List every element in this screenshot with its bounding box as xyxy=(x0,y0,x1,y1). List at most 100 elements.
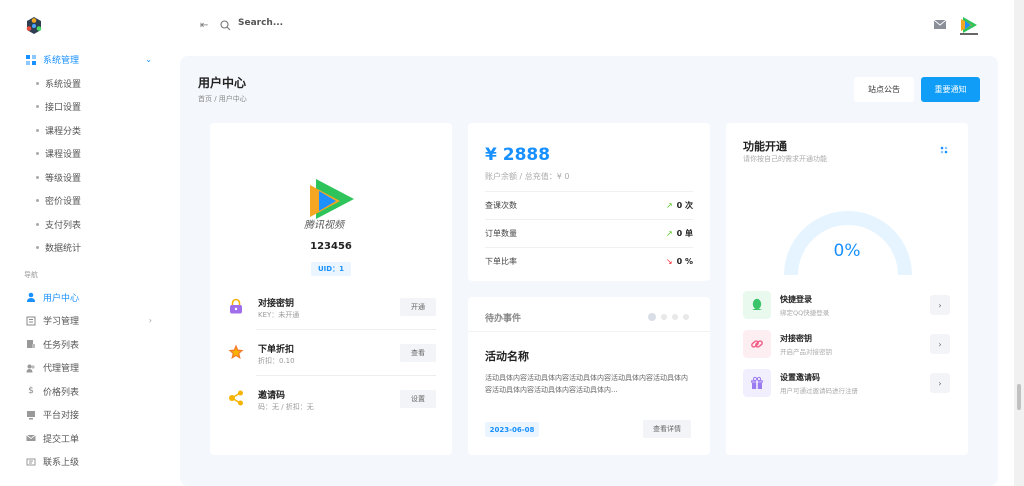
sidebar-menu: 系统管理 ⌄ 系统设置 接口设置 课程分类 课程设置 等级设置 密价设置 支付列… xyxy=(0,48,170,474)
feature-subtitle: 请你按自己的需求开通功能 xyxy=(743,155,827,163)
feature-percent: 0% xyxy=(833,241,861,261)
sidebar-item-payment-list[interactable]: 支付列表 xyxy=(0,213,170,237)
sidebar-item-course-category[interactable]: 课程分类 xyxy=(0,119,170,143)
sidebar-item-data-stats[interactable]: 数据统计 xyxy=(0,236,170,260)
view-discount-button[interactable]: 查看 xyxy=(400,344,436,362)
sidebar-item-user-center[interactable]: 用户中心 xyxy=(0,286,170,310)
book-icon xyxy=(26,316,36,326)
divider xyxy=(468,331,710,332)
bullet-icon xyxy=(36,128,39,132)
event-name: 活动名称 xyxy=(485,350,529,363)
chevron-right-icon[interactable]: › xyxy=(930,334,950,354)
sidebar-item-label: 等级设置 xyxy=(45,173,82,184)
qq-icon xyxy=(743,291,771,319)
platform-icon xyxy=(26,410,36,420)
sidebar-item-label: 提交工单 xyxy=(43,434,80,445)
sidebar-item-label: 平台对接 xyxy=(43,411,80,422)
main-content: 用户中心 首页 / 用户中心 站点公告 重要通知 腾讯视频 123456 UID… xyxy=(180,56,998,486)
chevron-right-icon[interactable]: › xyxy=(930,295,950,315)
feature-row-title: 设置邀请码 xyxy=(780,373,820,382)
divider xyxy=(256,375,436,376)
open-api-key-button[interactable]: 开通 xyxy=(400,298,436,316)
user-name: 123456 xyxy=(310,241,352,252)
sidebar-item-price-settings[interactable]: 密价设置 xyxy=(0,189,170,213)
dollar-icon: $ xyxy=(28,386,34,397)
contact-icon xyxy=(26,457,36,467)
important-notice-button[interactable]: 重要通知 xyxy=(921,77,980,102)
page-scrollbar[interactable] xyxy=(1014,0,1024,486)
link-icon xyxy=(743,330,771,358)
avatar[interactable] xyxy=(958,14,980,36)
trend-down-icon: ↘ xyxy=(665,257,673,266)
sidebar-item-label: 学习管理 xyxy=(43,317,80,328)
api-key-row: 对接密钥 KEY：未开通 开通 xyxy=(226,290,436,330)
grid-icon xyxy=(26,54,36,65)
stat-label: 查课次数 xyxy=(485,201,517,210)
search-input[interactable] xyxy=(238,18,398,28)
carousel-dot[interactable] xyxy=(683,314,689,320)
feature-row-subtitle: 开启产品对接密钥 xyxy=(780,348,832,356)
balance-subtitle: 账户余额 / 总充值：¥ 0 xyxy=(485,172,570,181)
gift-icon xyxy=(743,369,771,397)
sidebar: 系统管理 ⌄ 系统设置 接口设置 课程分类 课程设置 等级设置 密价设置 支付列… xyxy=(0,0,170,486)
sidebar-item-contact-superior[interactable]: 联系上级 xyxy=(0,450,170,474)
grid-icon[interactable] xyxy=(940,146,948,154)
todo-title: 待办事件 xyxy=(485,314,522,324)
profile-card: 腾讯视频 123456 UID：1 对接密钥 KEY：未开通 开通 下单折扣 折… xyxy=(210,123,452,455)
sidebar-item-label: 接口设置 xyxy=(45,103,82,114)
stat-row-query-count: 查课次数 ↗ 0 次 xyxy=(485,191,693,219)
site-notice-button[interactable]: 站点公告 xyxy=(854,77,914,102)
carousel-dot-active[interactable] xyxy=(648,313,656,321)
sidebar-item-label: 课程设置 xyxy=(45,150,82,161)
sidebar-section-label: 导航 xyxy=(24,270,38,279)
sidebar-item-study-management[interactable]: 学习管理 › xyxy=(0,309,170,333)
trend-up-icon: ↗ xyxy=(665,201,673,210)
share-icon xyxy=(229,390,243,406)
set-invite-code-button[interactable]: 设置 xyxy=(400,390,436,408)
bullet-icon xyxy=(36,199,39,203)
star-icon xyxy=(228,344,244,359)
sidebar-group-system[interactable]: 系统管理 ⌄ xyxy=(0,48,170,72)
sidebar-item-label: 价格列表 xyxy=(43,387,80,398)
bullet-icon xyxy=(36,152,39,156)
row-subtitle: 码：无 / 折扣：无 xyxy=(258,403,314,411)
carousel-dot[interactable] xyxy=(672,314,678,320)
app-logo-icon[interactable] xyxy=(24,16,44,36)
sidebar-item-task-list[interactable]: 任务列表 xyxy=(0,333,170,357)
chevron-right-icon[interactable]: › xyxy=(930,373,950,393)
sidebar-collapse-icon[interactable]: ⇤ xyxy=(200,20,208,31)
sidebar-item-platform-integration[interactable]: 平台对接 xyxy=(0,403,170,427)
carousel-dots xyxy=(648,313,689,321)
sidebar-item-label: 代理管理 xyxy=(43,364,80,375)
carousel-dot[interactable] xyxy=(661,314,667,320)
stat-row-order-rate: 下单比率 ↘ 0 % xyxy=(485,247,693,275)
event-description: 活动具体内容活动具体内容活动具体内容活动具体内容活动具体内容活动具体内容活动具体… xyxy=(485,374,688,394)
bullet-icon xyxy=(36,175,39,179)
sidebar-item-label: 支付列表 xyxy=(45,220,82,231)
view-details-button[interactable]: 查看详情 xyxy=(643,420,691,438)
sidebar-item-system-settings[interactable]: 系统设置 xyxy=(0,72,170,96)
sidebar-item-price-list[interactable]: $ 价格列表 xyxy=(0,380,170,404)
sidebar-item-agent-management[interactable]: 代理管理 xyxy=(0,356,170,380)
mail-icon[interactable] xyxy=(934,20,946,29)
logo-text: 腾讯视频 xyxy=(304,219,346,229)
todo-card: 待办事件 活动名称 活动具体内容活动具体内容活动具体内容活动具体内容活动具体内容… xyxy=(468,297,710,455)
sidebar-item-course-settings[interactable]: 课程设置 xyxy=(0,142,170,166)
mail-icon xyxy=(26,433,36,443)
sidebar-item-submit-ticket[interactable]: 提交工单 xyxy=(0,427,170,451)
lock-icon xyxy=(230,298,242,314)
feature-title: 功能开通 xyxy=(743,140,787,153)
sidebar-item-level-settings[interactable]: 等级设置 xyxy=(0,166,170,190)
balance-amount: ¥ 2888 xyxy=(485,145,551,165)
feature-row-title: 快捷登录 xyxy=(780,295,812,304)
stat-value: 0 单 xyxy=(676,229,693,238)
sidebar-item-api-settings[interactable]: 接口设置 xyxy=(0,95,170,119)
event-date-badge: 2023-06-08 xyxy=(485,422,539,437)
feature-row-api-key: 对接密钥 开启产品对接密钥 › xyxy=(743,328,953,360)
chevron-down-icon: ⌄ xyxy=(145,55,152,65)
row-title: 对接密钥 xyxy=(258,299,295,309)
uid-badge: UID：1 xyxy=(311,262,351,276)
sidebar-item-label: 系统设置 xyxy=(45,79,82,90)
scrollbar-thumb[interactable] xyxy=(1017,384,1021,410)
sidebar-group-label: 系统管理 xyxy=(43,56,80,67)
